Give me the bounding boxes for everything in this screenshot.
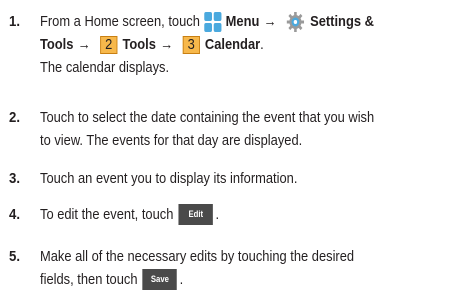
arrow-icon: → [263,13,277,30]
arrow-icon: → [160,36,174,53]
step-number: 2. [9,109,21,126]
step-number: 1. [9,13,21,30]
step-2-line-1: Touch to select the date containing the … [40,109,375,126]
number-key-2: 2 [100,35,118,54]
step-1-line-3: The calendar displays. [40,59,170,76]
settings-label: Settings & [310,13,374,30]
period: . [260,36,264,53]
tools-label: Tools [122,36,156,53]
step-number: 4. [9,206,21,223]
step-text: To edit the event, touch [40,206,174,223]
step-4-line-1: To edit the event, touch Edit . [40,203,412,226]
settings-gear-icon [286,11,305,33]
step-text: fields, then touch [40,271,138,288]
save-button: Save [142,269,178,290]
step-number: 3. [9,170,21,187]
tools-label: Tools [40,36,74,53]
period: . [215,206,220,223]
step-1-line-1: From a Home screen, touch Menu → Setting… [40,10,412,33]
step-2-line-2: to view. The events for that day are dis… [40,132,303,149]
edit-button: Edit [178,204,213,225]
step-text: From a Home screen, touch [40,13,200,30]
step-5-line-2: fields, then touch Save . [40,268,412,291]
step-number: 5. [9,248,21,265]
instruction-list: 1. From a Home screen, touch Menu → Sett… [0,0,473,299]
step-5-line-1: Make all of the necessary edits by touch… [40,248,355,265]
number-key-3: 3 [182,35,200,54]
arrow-icon: → [77,36,91,53]
menu-grid-icon [204,11,222,32]
period: . [179,271,184,288]
menu-label: Menu [225,13,260,30]
step-1-line-2: Tools → 2 Tools → 3 Calendar . [40,33,412,56]
calendar-label: Calendar [204,36,261,53]
step-3-line-1: Touch an event you to display its inform… [40,170,298,187]
